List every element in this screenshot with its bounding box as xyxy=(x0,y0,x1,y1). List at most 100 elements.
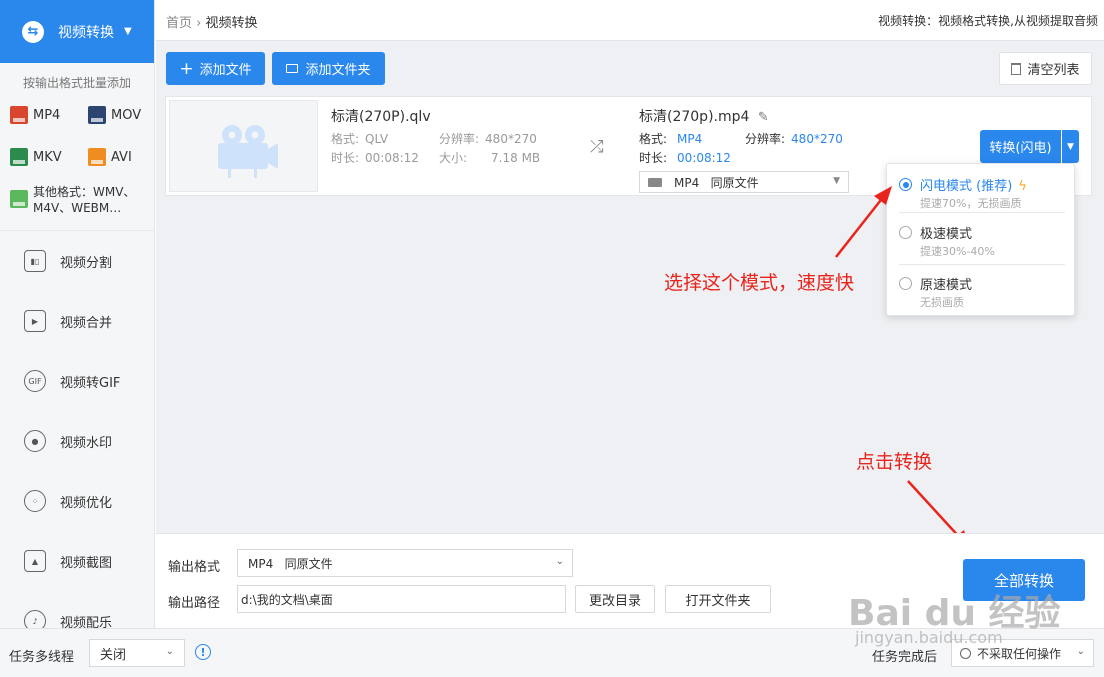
tool-label: 视频配乐 xyxy=(60,615,113,629)
radio-unselected[interactable] xyxy=(899,226,912,239)
shuffle-icon: ⤮ xyxy=(590,137,604,157)
add-file-label: 添加文件 xyxy=(199,63,252,78)
target-format-select[interactable]: MP4 同原文件 ▼ xyxy=(639,171,849,193)
batch-add-hint: 按输出格式批量添加 xyxy=(22,76,131,90)
format-avi[interactable]: AVI xyxy=(88,148,154,166)
chevron-down-icon: ▼ xyxy=(1067,141,1074,152)
mode-dropdown-toggle[interactable]: ▼ xyxy=(1062,130,1079,163)
output-format-label: 输出格式 xyxy=(168,560,221,575)
video-convert-menu-button[interactable]: ⇆ 视频转换 ▼ xyxy=(0,0,154,63)
tool-label: 视频分割 xyxy=(60,255,113,271)
chevron-down-icon: ⌄ xyxy=(1076,646,1085,657)
annotation-mode-hint: 选择这个模式，速度快 xyxy=(664,272,855,294)
output-format-select[interactable]: MP4 同原文件 ⌄ xyxy=(237,549,573,577)
mode-title: 闪电模式 (推荐) ϟ xyxy=(920,175,1027,194)
tool-label: 视频合并 xyxy=(60,315,113,331)
target-file-name: 标清(270p).mp4 ✎ xyxy=(639,106,769,126)
output-path-label: 输出路径 xyxy=(168,596,221,611)
mode-subtitle: 无损画质 xyxy=(920,296,964,309)
video-convert-label: 视频转换 xyxy=(58,24,114,41)
multithread-select[interactable]: 关闭 ⌄ xyxy=(89,639,185,667)
baidu-watermark-url: jingyan.baidu.com xyxy=(855,628,1003,647)
dropdown-arrow-icon: ▼ xyxy=(833,176,840,186)
radio-unselected[interactable] xyxy=(899,277,912,290)
change-directory-button[interactable]: 更改目录 xyxy=(575,585,655,613)
breadcrumb-separator: › xyxy=(196,16,202,31)
tool-video-screenshot[interactable]: ▲ 视频截图 xyxy=(0,531,154,591)
mp4-icon xyxy=(10,106,28,124)
lightning-icon: ϟ xyxy=(1018,179,1027,194)
mode-option-original[interactable]: 原速模式 无损画质 xyxy=(899,274,1065,310)
sidebar: ⇆ 视频转换 ▼ 按输出格式批量添加 MP4 MOV MKV AVI 其他格式：… xyxy=(0,0,155,628)
avi-icon xyxy=(88,148,106,166)
breadcrumb: 首页 › 视频转换 xyxy=(166,12,258,31)
video-thumbnail xyxy=(169,100,318,192)
reel-icon: ⁘ xyxy=(24,490,46,512)
label: 分辨率: xyxy=(745,132,786,146)
radio-selected[interactable] xyxy=(899,178,912,191)
split-icon: ▮▯ xyxy=(24,250,46,272)
folder-icon xyxy=(286,64,299,73)
divider xyxy=(899,212,1065,213)
target-format: 格式: MP4 xyxy=(639,130,702,147)
breadcrumb-home[interactable]: 首页 xyxy=(166,16,192,31)
breadcrumb-current: 视频转换 xyxy=(205,16,258,31)
info-icon[interactable]: ! xyxy=(195,644,211,660)
edit-icon[interactable]: ✎ xyxy=(758,110,769,125)
convert-button[interactable]: 转换(闪电) xyxy=(980,130,1061,163)
video-icon xyxy=(648,177,662,187)
tool-label: 视频截图 xyxy=(60,555,113,571)
value: MP4 xyxy=(677,132,703,146)
tool-label: 视频水印 xyxy=(60,435,113,451)
multithread-label: 任务多线程 xyxy=(9,650,75,665)
format-other[interactable]: 其他格式：WMV、M4V、WEBM… xyxy=(0,166,154,216)
clear-list-label: 清空列表 xyxy=(1027,63,1080,78)
format-mov[interactable]: MOV xyxy=(88,106,154,124)
tool-video-split[interactable]: ▮▯ 视频分割 xyxy=(0,231,154,291)
open-folder-button[interactable]: 打开文件夹 xyxy=(665,585,771,613)
format-select-value: MP4 同原文件 xyxy=(674,175,759,190)
target-name-text: 标清(270p).mp4 xyxy=(639,109,750,125)
chevron-down-icon: ▼ xyxy=(124,26,132,37)
tool-video-merge[interactable]: ▶ 视频合并 xyxy=(0,291,154,351)
source-duration: 时长: 00:08:12 xyxy=(331,149,419,166)
mode-option-fast[interactable]: 极速模式 提速30%-40% xyxy=(899,223,1065,259)
tool-video-music[interactable]: ♪ 视频配乐 xyxy=(0,591,154,628)
watermark-icon: ● xyxy=(24,430,46,452)
clear-list-button[interactable]: 清空列表 xyxy=(999,52,1092,85)
format-mp4[interactable]: MP4 xyxy=(10,106,88,124)
format-mkv[interactable]: MKV xyxy=(10,148,88,166)
tool-video-watermark[interactable]: ● 视频水印 xyxy=(0,411,154,471)
add-folder-button[interactable]: 添加文件夹 xyxy=(272,52,385,85)
ban-icon xyxy=(960,647,971,659)
target-resolution: 分辨率: 480*270 xyxy=(745,130,843,147)
convert-icon: ⇆ xyxy=(22,20,44,43)
target-duration: 时长: 00:08:12 xyxy=(639,149,731,166)
value: 480*270 xyxy=(485,132,537,146)
after-task-label: 任务完成后 xyxy=(872,650,938,665)
mkv-icon xyxy=(10,148,28,166)
format-label: AVI xyxy=(111,149,132,165)
multithread-value: 关闭 xyxy=(100,647,127,663)
value: QLV xyxy=(365,132,389,146)
mode-subtitle: 提速70%，无损画质 xyxy=(920,197,1022,210)
add-file-button[interactable]: + 添加文件 xyxy=(166,52,265,85)
output-format-value: MP4 同原文件 xyxy=(248,556,333,571)
plus-icon: + xyxy=(179,58,194,79)
format-label: MP4 xyxy=(33,107,61,123)
chevron-down-icon: ⌄ xyxy=(555,556,564,567)
after-task-value: 不采取任何操作 xyxy=(977,646,1062,661)
tool-video-optimize[interactable]: ⁘ 视频优化 xyxy=(0,471,154,531)
label: 格式: xyxy=(639,132,668,146)
value: 00:08:12 xyxy=(677,151,731,165)
mode-title: 原速模式 xyxy=(920,278,973,293)
video-camera-icon xyxy=(218,125,278,178)
label: 时长: xyxy=(331,151,360,165)
annotation-arrow-convert xyxy=(907,480,970,549)
mode-option-lightning[interactable]: 闪电模式 (推荐) ϟ 提速70%，无损画质 xyxy=(899,175,1065,211)
format-label: MKV xyxy=(33,149,62,165)
output-path-field[interactable]: d:\我的文档\桌面 xyxy=(237,585,566,613)
tool-video-gif[interactable]: GIF 视频转GIF xyxy=(0,351,154,411)
music-icon: ♪ xyxy=(24,610,46,628)
add-folder-label: 添加文件夹 xyxy=(305,63,371,78)
